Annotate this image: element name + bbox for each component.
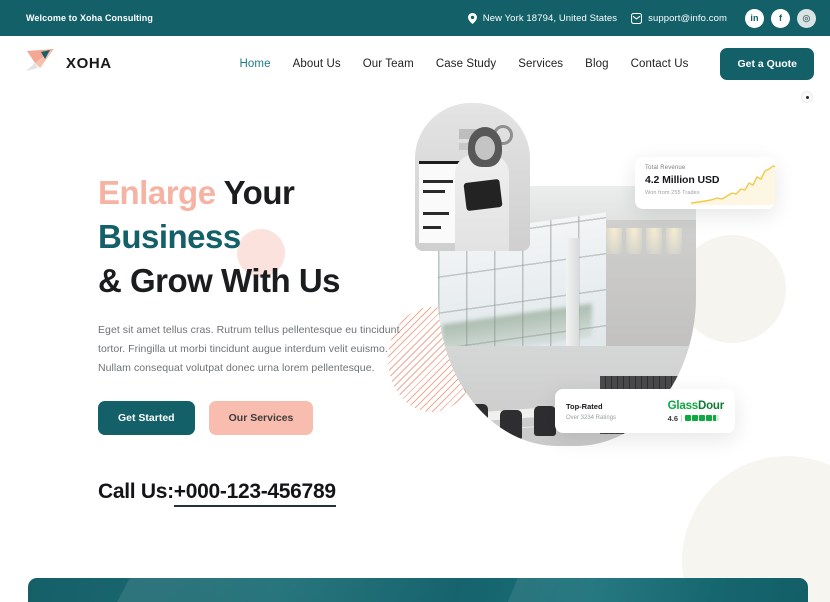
get-started-button[interactable]: Get Started	[98, 400, 195, 435]
glassdour-score: 4.6	[667, 413, 679, 423]
nav-item-home[interactable]: Home	[240, 58, 271, 70]
our-services-button[interactable]: Our Services	[208, 400, 314, 435]
brand-name: XOHA	[66, 55, 112, 72]
call-us-block: Call Us:+000-123-456789	[98, 479, 403, 507]
hero-heading-line-2: Business	[98, 217, 241, 255]
top-rated-text-group: Top-Rated Over 3234 Ratings	[566, 402, 616, 421]
consultant-portrait-photo	[415, 103, 530, 251]
nav-item-about-us[interactable]: About Us	[293, 58, 341, 70]
hero-heading-line-1-rest: Your	[223, 174, 295, 211]
hero-heading-accent: Enlarge	[98, 174, 224, 211]
total-revenue-card: Total Revenue 4.2 Million USD Won from 2…	[635, 157, 775, 209]
glassdour-brand: GlassDour	[667, 399, 725, 412]
facebook-icon[interactable]: f	[771, 8, 790, 28]
hero-heading: Enlarge Your Business & Grow With Us	[98, 171, 403, 303]
top-rated-card: Top-Rated Over 3234 Ratings GlassDour 4.…	[555, 389, 735, 433]
email-item[interactable]: support@info.com	[631, 12, 727, 24]
location-text: New York 18794, United States	[482, 12, 618, 24]
brand-logo[interactable]: XOHA	[24, 47, 112, 80]
hero-content: Enlarge Your Business & Grow With Us Ege…	[98, 171, 403, 507]
location-item: New York 18794, United States	[467, 12, 618, 24]
divider	[681, 414, 683, 422]
nav-item-case-study[interactable]: Case Study	[436, 58, 496, 70]
get-a-quote-button[interactable]: Get a Quote	[720, 47, 814, 80]
hero-artwork: Total Revenue 4.2 Million USD Won from 2…	[388, 91, 830, 602]
hero-heading-line-1: Enlarge Your	[98, 171, 403, 215]
nav-item-services[interactable]: Services	[518, 58, 563, 70]
top-bar-contact-group: New York 18794, United States support@in…	[467, 8, 816, 28]
hero-cta-row: Get Started Our Services	[98, 400, 403, 435]
top-bar: Welcome to Xoha Consulting New York 1879…	[0, 0, 830, 36]
star-rating-icons	[685, 414, 719, 422]
hero-paragraph: Eget sit amet tellus cras. Rutrum tellus…	[98, 323, 400, 375]
hero-section: Total Revenue 4.2 Million USD Won from 2…	[0, 91, 830, 602]
revenue-sparkline-chart	[691, 165, 775, 205]
nav-item-contact-us[interactable]: Contact Us	[631, 58, 689, 70]
email-text: support@info.com	[648, 12, 727, 24]
instagram-icon[interactable]: ◎	[797, 8, 816, 28]
envelope-icon	[631, 12, 643, 24]
nav-item-our-team[interactable]: Our Team	[363, 58, 414, 70]
location-pin-icon	[467, 12, 477, 24]
phone-number-link[interactable]: +000-123-456789	[173, 479, 336, 507]
bottom-teal-banner	[28, 578, 808, 602]
nav-item-blog[interactable]: Blog	[585, 58, 608, 70]
main-navigation: XOHA Home About Us Our Team Case Study S…	[0, 36, 830, 91]
glassdour-brand-second: Dour	[697, 399, 724, 412]
social-links: in f ◎	[745, 8, 816, 28]
nav-menu: Home About Us Our Team Case Study Servic…	[240, 47, 814, 80]
xoha-arrow-icon	[24, 47, 58, 80]
top-rated-title: Top-Rated	[566, 401, 603, 411]
hero-heading-line-3: & Grow With Us	[98, 261, 341, 299]
welcome-text: Welcome to Xoha Consulting	[26, 13, 153, 23]
scroll-indicator-dot[interactable]	[801, 91, 813, 103]
glassdour-badge: GlassDour 4.6	[667, 399, 725, 423]
call-us-label: Call Us:	[98, 479, 174, 503]
top-rated-subtext: Over 3234 Ratings	[566, 414, 617, 421]
linkedin-icon[interactable]: in	[745, 8, 764, 28]
glassdour-rating-row: 4.6	[668, 414, 724, 423]
glassdour-brand-first: Glass	[667, 399, 699, 412]
